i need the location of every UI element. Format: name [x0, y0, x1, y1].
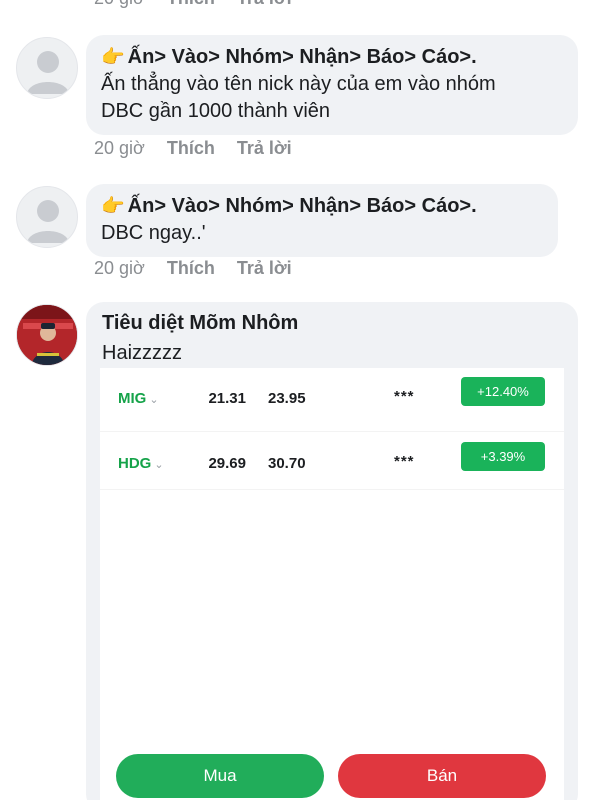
comment-bubble-with-image: Tiêu diệt Mõm Nhôm Haizzzzz MIG ⌄ 21.31 2… [86, 302, 578, 800]
reply-link[interactable]: Trả lời [237, 0, 292, 12]
comment-bubble: 👉 Ấn> Vào> Nhóm> Nhận> Báo> Cáo>. Ấn thẳn… [86, 35, 578, 135]
default-user-icon [27, 200, 69, 243]
comment-time: 20 giờ [94, 138, 145, 158]
avatar[interactable] [16, 304, 78, 366]
comment-bubble: 👉 Ấn> Vào> Nhóm> Nhận> Báo> Cáo>. DBC nga… [86, 184, 558, 257]
user-photo-icon [17, 305, 77, 365]
reply-link[interactable]: Trả lời [237, 138, 292, 159]
stock-symbol: MIG ⌄ [118, 390, 159, 407]
comment-actions: 20 giờ Thích Trả lời [94, 138, 292, 159]
like-link[interactable]: Thích [167, 138, 215, 159]
reply-link[interactable]: Trả lời [237, 258, 292, 279]
comment-actions: 20 giờ Thích Trả lời [94, 258, 292, 279]
change-badge: +12.40% [461, 377, 545, 406]
avatar[interactable] [16, 37, 78, 99]
comment-heading: 👉 Ấn> Vào> Nhóm> Nhận> Báo> Cáo>. [101, 44, 564, 71]
avatar[interactable] [16, 186, 78, 248]
comment-time: 20 giờ [94, 258, 145, 278]
chevron-down-icon: ⌄ [149, 394, 159, 406]
masked-value: *** [394, 453, 415, 470]
like-link[interactable]: Thích [167, 258, 215, 279]
comment-text-line: Ấn thẳng vào tên nick này của em vào nhó… [101, 73, 496, 95]
default-user-icon [27, 51, 69, 94]
previous-comment-actions: 20 giờ Thích Trả lời [94, 0, 292, 12]
comment-text: Haizzzzz [102, 342, 183, 364]
comment-heading: 👉 Ấn> Vào> Nhóm> Nhận> Báo> Cáo>. [101, 193, 544, 220]
current-price: 30.70 [268, 455, 306, 472]
stock-row: MIG ⌄ 21.31 23.95 *** +12.40% [100, 368, 564, 432]
point-right-icon: 👉 [101, 47, 125, 68]
point-right-icon: 👉 [101, 196, 125, 217]
chevron-down-icon: ⌄ [154, 459, 164, 471]
commenter-name[interactable]: Tiêu diệt Mõm Nhôm [102, 312, 298, 335]
change-badge: +3.39% [461, 442, 545, 471]
masked-value: *** [394, 388, 415, 405]
stock-symbol: HDG ⌄ [118, 455, 164, 472]
like-link[interactable]: Thích [167, 0, 215, 12]
reference-price: 21.31 [208, 390, 246, 407]
sell-button[interactable]: Bán [338, 754, 546, 798]
buy-button[interactable]: Mua [116, 754, 324, 798]
comment-text-line: DBC gần 1000 thành viên [101, 100, 331, 122]
reference-price: 29.69 [208, 455, 246, 472]
stock-row: HDG ⌄ 29.69 30.70 *** +3.39% [100, 424, 564, 490]
attached-stock-screenshot[interactable]: MIG ⌄ 21.31 23.95 *** +12.40% HDG ⌄ 29.69 … [100, 368, 564, 800]
current-price: 23.95 [268, 390, 306, 407]
comment-time: 20 giờ [94, 0, 145, 12]
comment-text-line: DBC ngay..' [101, 222, 206, 244]
